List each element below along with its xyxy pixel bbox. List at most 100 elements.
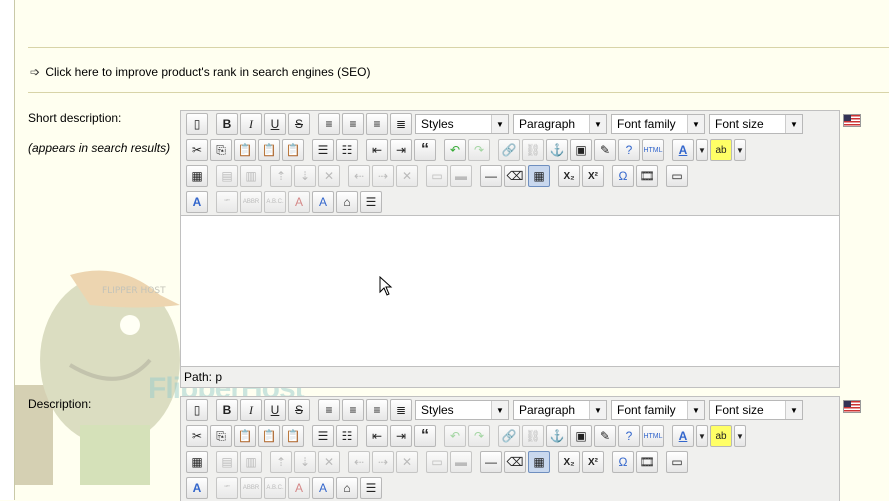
format-select[interactable]: Paragraph ▼: [513, 400, 607, 420]
paste-word-icon[interactable]: 📋: [282, 139, 304, 161]
nonbreaking-icon[interactable]: ☰: [360, 477, 382, 499]
superscript-button[interactable]: X²: [582, 165, 604, 187]
cleanup-icon[interactable]: ✎: [594, 425, 616, 447]
align-left-icon[interactable]: ≡: [318, 113, 340, 135]
undo-icon[interactable]: ↶: [444, 425, 466, 447]
cite-button[interactable]: “”: [216, 477, 238, 499]
italic-button[interactable]: I: [240, 113, 262, 135]
insert-row-after-icon[interactable]: ⇣: [294, 451, 316, 473]
font-size-select[interactable]: Font size ▼: [709, 114, 803, 134]
delete-text-icon[interactable]: A: [288, 477, 310, 499]
indent-icon[interactable]: ⇥: [390, 425, 412, 447]
background-color-picker[interactable]: ab ▼: [709, 138, 747, 162]
insert-col-before-icon[interactable]: ⇠: [348, 165, 370, 187]
subscript-button[interactable]: X₂: [558, 165, 580, 187]
abbr-button[interactable]: ABBR: [240, 191, 262, 213]
styleprops-icon[interactable]: A: [186, 191, 208, 213]
split-cells-icon[interactable]: ▭: [426, 165, 448, 187]
html-source-button[interactable]: HTML: [642, 425, 664, 447]
cut-icon[interactable]: ✂: [186, 139, 208, 161]
language-flag-icon[interactable]: [843, 114, 861, 127]
abbr-button[interactable]: ABBR: [240, 477, 262, 499]
insert-row-after-icon[interactable]: ⇣: [294, 165, 316, 187]
seo-link[interactable]: ➩ Click here to improve product's rank i…: [30, 65, 370, 79]
chevron-down-icon[interactable]: ▼: [696, 425, 708, 447]
align-right-icon[interactable]: ≡: [366, 113, 388, 135]
delete-col-icon[interactable]: ✕: [396, 165, 418, 187]
link-icon[interactable]: 🔗: [498, 139, 520, 161]
font-color-picker[interactable]: A ▼: [671, 424, 709, 448]
font-color-button[interactable]: A: [672, 425, 694, 447]
styleprops-icon[interactable]: A: [186, 477, 208, 499]
delete-text-icon[interactable]: A: [288, 191, 310, 213]
new-document-icon[interactable]: ▯: [186, 399, 208, 421]
unlink-icon[interactable]: ⛓: [522, 139, 544, 161]
align-center-icon[interactable]: ≡: [342, 399, 364, 421]
font-color-picker[interactable]: A ▼: [671, 138, 709, 162]
special-char-button[interactable]: Ω: [612, 451, 634, 473]
unlink-icon[interactable]: ⛓: [522, 425, 544, 447]
strikethrough-button[interactable]: S: [288, 399, 310, 421]
subscript-button[interactable]: X₂: [558, 451, 580, 473]
cell-props-icon[interactable]: ▥: [240, 451, 262, 473]
chevron-down-icon[interactable]: ▼: [734, 425, 746, 447]
paste-icon[interactable]: 📋: [234, 425, 256, 447]
template-icon[interactable]: ▭: [666, 451, 688, 473]
remove-format-icon[interactable]: ⌫: [504, 451, 526, 473]
table-props-icon[interactable]: ▦: [186, 165, 208, 187]
copy-icon[interactable]: ⎘: [210, 425, 232, 447]
delete-row-icon[interactable]: ✕: [318, 451, 340, 473]
row-props-icon[interactable]: ▤: [216, 165, 238, 187]
font-size-select[interactable]: Font size ▼: [709, 400, 803, 420]
bold-button[interactable]: B: [216, 113, 238, 135]
align-left-icon[interactable]: ≡: [318, 399, 340, 421]
background-color-button[interactable]: ab: [710, 425, 732, 447]
blockquote-button[interactable]: “: [414, 425, 436, 447]
background-color-picker[interactable]: ab ▼: [709, 424, 747, 448]
underline-button[interactable]: U: [264, 399, 286, 421]
insert-col-after-icon[interactable]: ⇢: [372, 451, 394, 473]
delete-col-icon[interactable]: ✕: [396, 451, 418, 473]
visual-aid-icon[interactable]: ▦: [528, 451, 550, 473]
align-right-icon[interactable]: ≡: [366, 399, 388, 421]
paste-text-icon[interactable]: 📋: [258, 425, 280, 447]
template-icon[interactable]: ▭: [666, 165, 688, 187]
cite-button[interactable]: “”: [216, 191, 238, 213]
styles-select[interactable]: Styles ▼: [415, 400, 509, 420]
insert-col-after-icon[interactable]: ⇢: [372, 165, 394, 187]
help-icon[interactable]: ?: [618, 139, 640, 161]
attributes-icon[interactable]: ⌂: [336, 477, 358, 499]
styles-select[interactable]: Styles ▼: [415, 114, 509, 134]
insert-row-before-icon[interactable]: ⇡: [270, 165, 292, 187]
outdent-icon[interactable]: ⇤: [366, 139, 388, 161]
delete-row-icon[interactable]: ✕: [318, 165, 340, 187]
language-flag-icon[interactable]: [843, 400, 861, 413]
italic-button[interactable]: I: [240, 399, 262, 421]
indent-icon[interactable]: ⇥: [390, 139, 412, 161]
merge-cells-icon[interactable]: ▬: [450, 165, 472, 187]
row-props-icon[interactable]: ▤: [216, 451, 238, 473]
table-props-icon[interactable]: ▦: [186, 451, 208, 473]
undo-icon[interactable]: ↶: [444, 139, 466, 161]
link-icon[interactable]: 🔗: [498, 425, 520, 447]
acronym-button[interactable]: A.B.C.: [264, 191, 286, 213]
html-source-button[interactable]: HTML: [642, 139, 664, 161]
horizontal-rule-icon[interactable]: —: [480, 165, 502, 187]
numbered-list-icon[interactable]: ☷: [336, 425, 358, 447]
strikethrough-button[interactable]: S: [288, 113, 310, 135]
cut-icon[interactable]: ✂: [186, 425, 208, 447]
redo-icon[interactable]: ↷: [468, 139, 490, 161]
help-icon[interactable]: ?: [618, 425, 640, 447]
font-family-select[interactable]: Font family ▼: [611, 400, 705, 420]
anchor-icon[interactable]: ⚓: [546, 139, 568, 161]
format-select[interactable]: Paragraph ▼: [513, 114, 607, 134]
remove-format-icon[interactable]: ⌫: [504, 165, 526, 187]
paste-icon[interactable]: 📋: [234, 139, 256, 161]
background-color-button[interactable]: ab: [710, 139, 732, 161]
superscript-button[interactable]: X²: [582, 451, 604, 473]
new-document-icon[interactable]: ▯: [186, 113, 208, 135]
media-icon[interactable]: 🎞: [636, 451, 658, 473]
insert-row-before-icon[interactable]: ⇡: [270, 451, 292, 473]
font-family-select[interactable]: Font family ▼: [611, 114, 705, 134]
outdent-icon[interactable]: ⇤: [366, 425, 388, 447]
